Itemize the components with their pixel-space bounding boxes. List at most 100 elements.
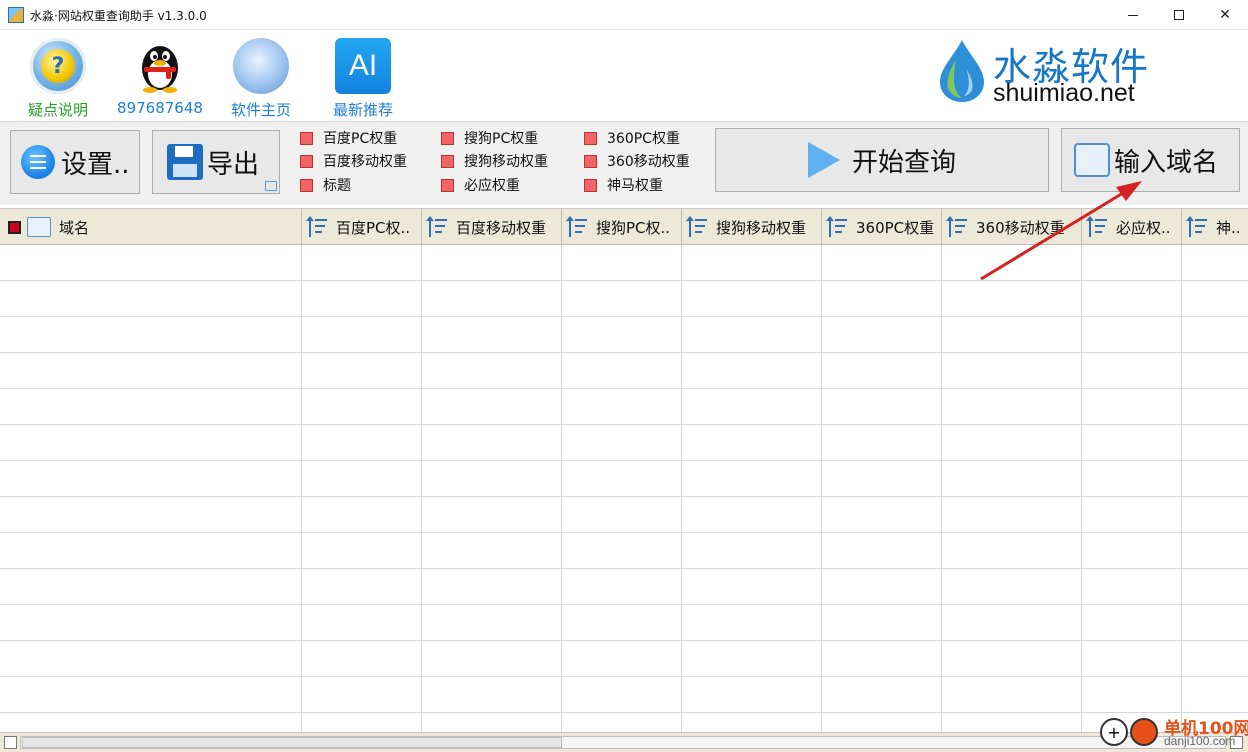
toolbar: 设置.. 导出 百度PC权重 百度移动权重 标题 搜狗PC权重 搜狗移动权重 必… xyxy=(0,121,1248,205)
column-header-bing[interactable]: 必应权.. xyxy=(1082,209,1182,245)
column-label: 360移动权重 xyxy=(976,218,1065,237)
option-label: 360移动权重 xyxy=(607,154,690,170)
column-divider xyxy=(941,245,942,732)
qq-link[interactable]: 897687648 xyxy=(110,36,210,120)
table-row[interactable] xyxy=(0,677,1248,713)
table-row[interactable] xyxy=(0,497,1248,533)
column-divider xyxy=(301,245,302,732)
sort-icon xyxy=(1086,215,1110,239)
column-header-domain[interactable]: 域名 xyxy=(0,209,302,245)
column-label: 神.. xyxy=(1216,218,1241,237)
scroll-thumb[interactable] xyxy=(22,737,562,748)
recommend-link[interactable]: AI 最新推荐 xyxy=(313,36,413,120)
option-label: 搜狗PC权重 xyxy=(464,131,539,147)
record-icon xyxy=(1130,718,1158,746)
qq-number-label: 897687648 xyxy=(117,99,203,117)
column-header-sogou-mobile[interactable]: 搜狗移动权重 xyxy=(682,209,822,245)
table-row[interactable] xyxy=(0,245,1248,281)
option-baidu-mobile[interactable]: 百度移动权重 xyxy=(300,151,407,171)
column-header-baidu-pc[interactable]: 百度PC权.. xyxy=(302,209,422,245)
settings-sliders-icon xyxy=(21,145,55,179)
export-dropdown-icon[interactable] xyxy=(265,181,277,191)
column-divider xyxy=(1081,245,1082,732)
column-header-shenma[interactable]: 神.. xyxy=(1182,209,1248,245)
sort-icon xyxy=(686,215,710,239)
table-row[interactable] xyxy=(0,281,1248,317)
option-bing[interactable]: 必应权重 xyxy=(441,175,520,195)
homepage-link-label: 软件主页 xyxy=(230,101,291,119)
watermark-url: danji100.com xyxy=(1164,734,1236,748)
option-sogou-pc[interactable]: 搜狗PC权重 xyxy=(441,128,538,148)
option-label: 百度移动权重 xyxy=(323,154,407,170)
start-query-button[interactable]: 开始查询 xyxy=(715,128,1049,192)
option-title[interactable]: 标题 xyxy=(300,175,351,195)
close-icon: ✕ xyxy=(1219,7,1231,23)
input-domain-label: 输入域名 xyxy=(1114,147,1219,178)
option-label: 百度PC权重 xyxy=(323,131,398,147)
option-360-mobile[interactable]: 360移动权重 xyxy=(584,151,690,171)
checkbox[interactable] xyxy=(300,178,313,192)
sort-icon xyxy=(826,215,850,239)
table-row[interactable] xyxy=(0,605,1248,641)
column-header-baidu-mobile[interactable]: 百度移动权重 xyxy=(422,209,562,245)
column-header-360-pc[interactable]: 360PC权重 xyxy=(822,209,942,245)
checkbox[interactable] xyxy=(300,154,313,168)
checkbox[interactable] xyxy=(441,154,454,168)
recommend-link-label: 最新推荐 xyxy=(332,101,393,119)
table-row[interactable] xyxy=(0,317,1248,353)
option-shenma[interactable]: 神马权重 xyxy=(584,175,663,195)
checkbox[interactable] xyxy=(300,131,313,145)
homepage-link[interactable]: 软件主页 xyxy=(211,36,311,120)
checkbox[interactable] xyxy=(584,154,597,168)
checkbox[interactable] xyxy=(441,178,454,192)
column-divider xyxy=(421,245,422,732)
ai-icon: AI xyxy=(335,38,391,94)
column-divider xyxy=(1181,245,1182,732)
scroll-left-button[interactable] xyxy=(4,736,17,749)
minimize-button[interactable] xyxy=(1110,0,1156,30)
table-row[interactable] xyxy=(0,641,1248,677)
plus-icon: + xyxy=(1100,718,1128,746)
refresh-icon xyxy=(1074,143,1110,177)
column-label: 百度PC权.. xyxy=(336,218,411,237)
export-button[interactable]: 导出 xyxy=(152,130,280,194)
horizontal-scrollbar[interactable] xyxy=(0,732,1248,752)
table-row[interactable] xyxy=(0,425,1248,461)
column-header-sogou-pc[interactable]: 搜狗PC权.. xyxy=(562,209,682,245)
column-header-360-mobile[interactable]: 360移动权重 xyxy=(942,209,1082,245)
option-label: 搜狗移动权重 xyxy=(464,154,548,170)
column-divider xyxy=(821,245,822,732)
column-divider xyxy=(681,245,682,732)
settings-button[interactable]: 设置.. xyxy=(10,130,140,194)
help-link[interactable]: ? 疑点说明 xyxy=(8,36,108,120)
title-bar: 水淼·网站权重查询助手 v1.3.0.0 ✕ xyxy=(0,0,1248,30)
maximize-icon xyxy=(1174,10,1184,20)
close-button[interactable]: ✕ xyxy=(1202,0,1248,30)
logo-text-en: shuimiao.net xyxy=(993,79,1135,107)
maximize-button[interactable] xyxy=(1156,0,1202,30)
input-domain-button[interactable]: 输入域名 xyxy=(1061,128,1240,192)
sort-icon xyxy=(946,215,970,239)
sort-icon xyxy=(1186,215,1210,239)
table-row[interactable] xyxy=(0,533,1248,569)
table-row[interactable] xyxy=(0,461,1248,497)
option-sogou-mobile[interactable]: 搜狗移动权重 xyxy=(441,151,548,171)
option-baidu-pc[interactable]: 百度PC权重 xyxy=(300,128,397,148)
column-label: 360PC权重 xyxy=(856,218,935,237)
table-row[interactable] xyxy=(0,353,1248,389)
select-all-checkbox[interactable] xyxy=(8,220,21,234)
table-row[interactable] xyxy=(0,389,1248,425)
column-label: 必应权.. xyxy=(1116,218,1171,237)
table-row[interactable] xyxy=(0,569,1248,605)
web-icon xyxy=(27,217,51,237)
sort-icon xyxy=(566,215,590,239)
minimize-icon xyxy=(1128,14,1138,16)
window-title: 水淼·网站权重查询助手 v1.3.0.0 xyxy=(30,9,207,23)
option-360-pc[interactable]: 360PC权重 xyxy=(584,128,680,148)
checkbox[interactable] xyxy=(584,178,597,192)
checkbox[interactable] xyxy=(441,131,454,145)
checkbox[interactable] xyxy=(584,131,597,145)
watermark: + 单机100网 danji100.com xyxy=(1098,712,1248,752)
play-icon xyxy=(807,142,840,178)
help-icon: ? xyxy=(30,38,86,94)
